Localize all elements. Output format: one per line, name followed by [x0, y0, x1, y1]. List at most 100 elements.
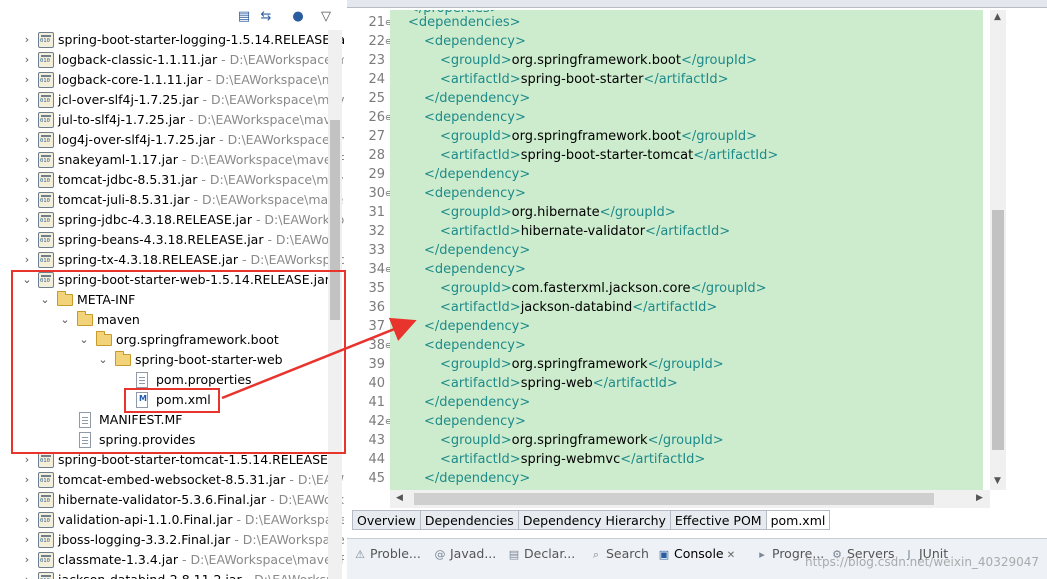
- xml-tag: <groupId>: [440, 357, 512, 372]
- collapsed-chevron-icon[interactable]: ›: [20, 230, 34, 250]
- jar-item[interactable]: › tomcat-juli-8.5.31.jar - D:\EAWorkspace…: [0, 190, 343, 210]
- jar-item[interactable]: › tomcat-embed-websocket-8.5.31.jar - D:\…: [0, 470, 344, 490]
- bottom-tab-declaration[interactable]: ▤ Declar...: [507, 545, 575, 563]
- bottom-views-bar: ⚠ Proble... @ Javad... ▤ Declar... ⌕ Search ▣ Con…: [347, 538, 1047, 579]
- jar-item[interactable]: › spring-tx-4.3.18.RELEASE.jar - D:\EAWor…: [0, 250, 344, 270]
- scroll-right-icon[interactable]: ▶: [976, 493, 983, 503]
- scroll-up-icon[interactable]: ▲: [994, 12, 1001, 22]
- tab-effective-pom[interactable]: Effective POM: [669, 510, 766, 530]
- editor-hscroll-thumb[interactable]: [414, 493, 934, 505]
- code-area[interactable]: </properties><dependencies><dependency><…: [390, 10, 983, 490]
- collapsed-chevron-icon[interactable]: ›: [20, 250, 34, 270]
- code-line: <dependency>: [424, 32, 526, 51]
- tree-item-label: tomcat-juli-8.5.31.jar - D:\EAWorkspace\…: [58, 190, 343, 210]
- xml-tag: </artifactId>: [592, 376, 678, 391]
- collapsed-chevron-icon[interactable]: ›: [20, 510, 34, 530]
- tab-pom-xml[interactable]: pom.xml: [765, 510, 831, 530]
- editor-vertical-scrollbar[interactable]: ▲ ▼: [990, 10, 1006, 490]
- collapsed-chevron-icon[interactable]: ›: [20, 550, 34, 570]
- highlight-box-pom-xml: [124, 388, 220, 413]
- search-icon: ⌕: [592, 548, 600, 561]
- collapsed-chevron-icon[interactable]: ›: [20, 50, 34, 70]
- jar-item[interactable]: › jul-to-slf4j-1.7.25.jar - D:\EAWorkspac…: [0, 110, 339, 130]
- jar-icon: [38, 492, 54, 508]
- xml-tag: <groupId>: [440, 433, 512, 448]
- focus-icon[interactable]: ●: [290, 9, 306, 25]
- jar-item[interactable]: › hibernate-validator-5.3.6.Final.jar - D…: [0, 490, 344, 510]
- jar-item[interactable]: › classmate-1.3.4.jar - D:\EAWorkspace\ma…: [0, 550, 344, 570]
- bottom-tab-console[interactable]: ▣ Console ✕: [657, 545, 735, 563]
- collapse-all-icon[interactable]: ▤: [236, 9, 252, 25]
- line-number: 21: [368, 15, 385, 30]
- item-path: - D:\EAWorkspace\mavenR: [182, 552, 344, 567]
- jar-item[interactable]: › tomcat-jdbc-8.5.31.jar - D:\EAWorkspace…: [0, 170, 343, 190]
- jar-item[interactable]: › spring-jdbc-4.3.18.RELEASE.jar - D:\EAW…: [0, 210, 344, 230]
- view-menu-icon[interactable]: ▽: [318, 9, 334, 25]
- jar-item[interactable]: › jcl-over-slf4j-1.7.25.jar - D:\EAWorksp…: [0, 90, 344, 110]
- tree-item-label: tomcat-embed-websocket-8.5.31.jar - D:\E…: [58, 470, 344, 490]
- scroll-down-icon[interactable]: ▼: [994, 476, 1001, 486]
- item-name: classmate-1.3.4.jar: [58, 552, 179, 567]
- jar-icon: [38, 72, 54, 88]
- code-line: <artifactId>spring-webmvc</artifactId>: [440, 450, 705, 469]
- collapsed-chevron-icon[interactable]: ›: [20, 570, 34, 579]
- collapsed-chevron-icon[interactable]: ›: [20, 470, 34, 490]
- item-name: tomcat-embed-websocket-8.5.31.jar: [58, 472, 286, 487]
- jar-icon: [38, 92, 54, 108]
- collapsed-chevron-icon[interactable]: ›: [20, 530, 34, 550]
- item-name: logback-core-1.1.11.jar: [58, 72, 203, 87]
- collapsed-chevron-icon[interactable]: ›: [20, 150, 34, 170]
- tab-dependencies[interactable]: Dependencies: [419, 510, 518, 530]
- tree-item-label: logback-classic-1.1.11.jar - D:\EAWorksp…: [58, 50, 344, 70]
- line-number: 32: [368, 224, 385, 239]
- xml-source-editor[interactable]: 21 ⊖ 22 ⊖ 23 24 25 26 ⊖ 27 28 29 30 ⊖ 31 32 33 34 ⊖ 35 36 37 3…: [352, 10, 1022, 508]
- collapsed-chevron-icon[interactable]: ›: [20, 30, 34, 50]
- line-number: 40: [368, 376, 385, 391]
- jar-item[interactable]: › validation-api-1.1.0.Final.jar - D:\EAW…: [0, 510, 344, 530]
- tab-dependency-hierarchy[interactable]: Dependency Hierarchy: [517, 510, 670, 530]
- xml-tag: </dependency>: [424, 471, 531, 486]
- jar-item[interactable]: › snakeyaml-1.17.jar - D:\EAWorkspace\mav…: [0, 150, 344, 170]
- item-path: - D:\EAWorkspace\mave: [188, 112, 339, 127]
- jar-item[interactable]: › spring-boot-starter-logging-1.5.14.RELE…: [0, 30, 344, 50]
- collapsed-chevron-icon[interactable]: ›: [20, 170, 34, 190]
- editor-horizontal-scrollbar[interactable]: ◀ ▶: [390, 490, 990, 508]
- link-editor-icon[interactable]: ⇆: [258, 9, 274, 25]
- collapsed-chevron-icon[interactable]: ›: [20, 190, 34, 210]
- jar-item[interactable]: › jackson-databind-2.8.11.2.jar - D:\EAWo…: [0, 570, 334, 579]
- xml-tag: <dependency>: [424, 338, 526, 353]
- line-number: 27: [368, 129, 385, 144]
- item-path: - D:\EAWorkspace\m: [221, 52, 344, 67]
- jar-item[interactable]: › logback-classic-1.1.11.jar - D:\EAWorks…: [0, 50, 344, 70]
- console-icon: ▣: [658, 548, 670, 561]
- editor-scroll-thumb[interactable]: [992, 210, 1004, 450]
- collapsed-chevron-icon[interactable]: ›: [20, 490, 34, 510]
- item-name: spring-jdbc-4.3.18.RELEASE.jar: [58, 212, 252, 227]
- jar-item[interactable]: › spring-beans-4.3.18.RELEASE.jar - D:\EA…: [0, 230, 341, 250]
- jar-item[interactable]: › jboss-logging-3.3.2.Final.jar - D:\EAWo…: [0, 530, 344, 550]
- jar-item[interactable]: › log4j-over-slf4j-1.7.25.jar - D:\EAWork…: [0, 130, 344, 150]
- tab-overview[interactable]: Overview: [352, 510, 420, 530]
- xml-tag: </dependency>: [424, 319, 531, 334]
- collapsed-chevron-icon[interactable]: ›: [20, 130, 34, 150]
- close-icon[interactable]: ✕: [724, 550, 735, 561]
- bottom-tab-javadoc[interactable]: @ Javad...: [433, 545, 497, 563]
- item-path: - D:\EAWorksp: [246, 572, 334, 579]
- line-number: 42: [368, 414, 385, 429]
- tree-item-label: jcl-over-slf4j-1.7.25.jar - D:\EAWorkspa…: [58, 90, 344, 110]
- xml-tag: </groupId>: [680, 129, 757, 144]
- bottom-tab-label: Javad...: [450, 546, 497, 561]
- line-number: 37: [368, 319, 385, 334]
- collapsed-chevron-icon[interactable]: ›: [20, 210, 34, 230]
- bottom-tab-problems[interactable]: ⚠ Proble...: [353, 545, 421, 563]
- bottom-tab-search[interactable]: ⌕ Search: [589, 545, 649, 563]
- line-number: 44: [368, 452, 385, 467]
- code-line: <groupId>org.springframework</groupId>: [440, 355, 724, 374]
- collapsed-chevron-icon[interactable]: ›: [20, 70, 34, 90]
- jar-item[interactable]: › logback-core-1.1.11.jar - D:\EAWorkspac…: [0, 70, 342, 90]
- collapsed-chevron-icon[interactable]: ›: [20, 110, 34, 130]
- jar-icon: [38, 112, 54, 128]
- scroll-left-icon[interactable]: ◀: [396, 493, 403, 503]
- collapsed-chevron-icon[interactable]: ›: [20, 90, 34, 110]
- line-number: 39: [368, 357, 385, 372]
